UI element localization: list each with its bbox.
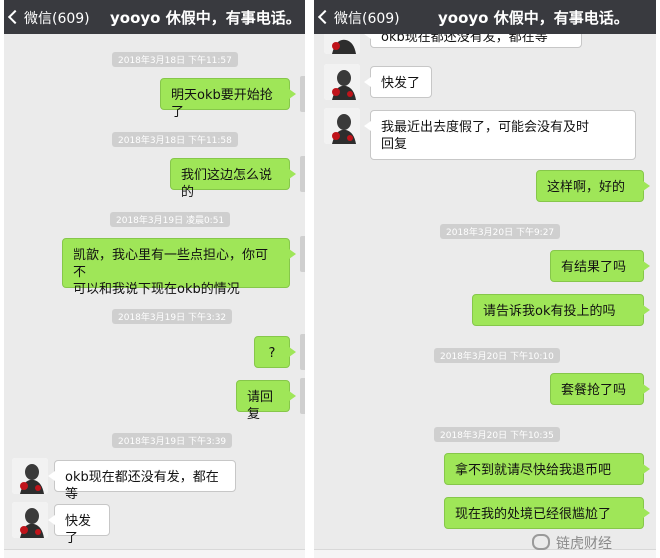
chat-logo-icon xyxy=(532,534,550,550)
avatar[interactable] xyxy=(324,108,360,144)
chat-header: 微信(609) yooyo 休假中，有事电话。 xyxy=(314,0,656,34)
avatar-image xyxy=(12,458,48,494)
message-bubble-outgoing[interactable]: ? xyxy=(254,336,296,368)
message-bubble-outgoing[interactable]: 套餐抢了吗 xyxy=(550,373,650,405)
message-bubble-incoming[interactable]: 快发了 xyxy=(364,66,432,98)
message-bubble-outgoing[interactable]: 这样啊，好的 xyxy=(536,170,650,202)
watermark-text: 链虎财经 xyxy=(556,536,612,552)
message-bubble-outgoing[interactable]: 我们这边怎么说的 xyxy=(170,158,296,200)
avatar[interactable] xyxy=(300,236,305,272)
timestamp: 2018年3月20日 下午10:35 xyxy=(434,427,560,442)
timestamp: 2018年3月19日 下午3:39 xyxy=(112,433,233,448)
message-bubble-outgoing[interactable]: 拿不到就请尽快给我退币吧 xyxy=(444,453,650,485)
message-bubble-incoming[interactable]: 快发了 xyxy=(48,504,110,546)
back-button[interactable]: 微信(609) xyxy=(317,8,400,28)
avatar[interactable] xyxy=(12,458,48,494)
message-bubble-incoming[interactable]: okb现在都还没有发，都在等 xyxy=(48,460,236,502)
input-bar[interactable] xyxy=(4,549,305,558)
timestamp: 2018年3月18日 下午11:57 xyxy=(112,52,238,67)
chat-title: yooyo 休假中，有事电话。 xyxy=(110,9,301,27)
back-label: 微信(609) xyxy=(24,11,90,27)
chat-screen-right: okb现在都还没有发，都在等 微信(609) yooyo 休假中，有事电话。 快… xyxy=(314,0,656,558)
message-bubble-outgoing[interactable]: 凯歆，我心里有一些点担心，你可不 可以和我说下现在okb的情况 xyxy=(62,238,296,297)
message-text-line: 凯歆，我心里有一些点担心，你可不 xyxy=(73,248,269,280)
timestamp: 2018年3月20日 下午9:27 xyxy=(440,224,561,239)
message-bubble-incoming[interactable]: 我最近出去度假了，可能会没有及时 回复 xyxy=(364,110,636,160)
avatar-image xyxy=(324,108,360,144)
message-bubble-outgoing[interactable]: 请告诉我ok有投上的吗 xyxy=(472,294,650,326)
avatar[interactable] xyxy=(324,64,360,100)
message-text-line: 可以和我说下现在okb的情况 xyxy=(73,282,240,297)
timestamp: 2018年3月20日 下午10:10 xyxy=(434,348,560,363)
avatar[interactable] xyxy=(300,334,305,370)
message-bubble-outgoing[interactable]: 现在我的处境已经很尴尬了 xyxy=(444,497,650,529)
message-bubble-outgoing[interactable]: 请回复 xyxy=(236,380,296,422)
timestamp: 2018年3月18日 下午11:58 xyxy=(112,132,238,147)
avatar[interactable] xyxy=(300,76,305,112)
timestamp: 2018年3月19日 下午3:32 xyxy=(112,309,233,324)
avatar[interactable] xyxy=(12,502,48,538)
chat-title: yooyo 休假中，有事电话。 xyxy=(438,9,629,27)
watermark: 链虎财经 xyxy=(532,532,612,553)
message-text-line: 我最近出去度假了，可能会没有及时 xyxy=(381,120,590,135)
chat-header: 微信(609) yooyo 休假中，有事电话。 xyxy=(4,0,305,34)
chat-screen-left: 微信(609) yooyo 休假中，有事电话。 2018年3月18日 下午11:… xyxy=(4,0,305,558)
timestamp: 2018年3月19日 凌晨0:51 xyxy=(110,212,231,227)
avatar-image xyxy=(324,64,360,100)
chevron-left-icon xyxy=(7,9,23,25)
message-bubble-outgoing[interactable]: 明天okb要开始抢了 xyxy=(160,78,296,120)
message-text-line: 回复 xyxy=(381,137,408,152)
message-bubble-outgoing[interactable]: 有结果了吗 xyxy=(550,250,650,282)
avatar[interactable] xyxy=(300,156,305,192)
back-label: 微信(609) xyxy=(334,11,400,27)
back-button[interactable]: 微信(609) xyxy=(7,8,90,28)
avatar-image xyxy=(12,502,48,538)
avatar[interactable] xyxy=(300,378,305,414)
chevron-left-icon xyxy=(317,9,333,25)
